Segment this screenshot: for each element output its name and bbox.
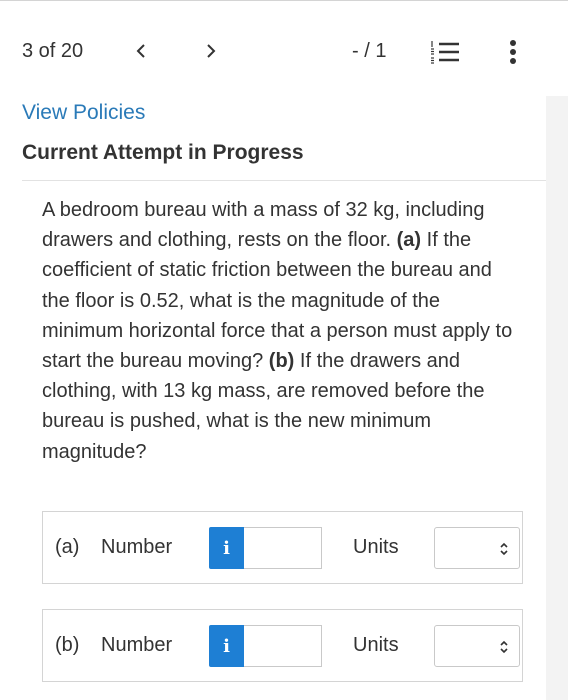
- part-label: (a): [55, 536, 80, 558]
- question-text: A bedroom bureau with a mass of 32 kg, i…: [42, 195, 522, 467]
- more-vertical-icon[interactable]: [503, 38, 523, 66]
- answer-row-a: (a) Number i Units: [42, 511, 523, 584]
- question-toolbar: 3 of 20 - / 1: [0, 2, 568, 96]
- info-icon: i: [223, 635, 230, 657]
- top-border: [0, 0, 568, 1]
- select-arrows-icon: [500, 640, 508, 654]
- number-input-b[interactable]: [244, 625, 322, 667]
- units-select-b[interactable]: [434, 625, 520, 667]
- info-icon: i: [223, 537, 230, 559]
- answer-row-b: (b) Number i Units: [42, 609, 523, 682]
- info-button[interactable]: i: [209, 527, 244, 569]
- select-arrows-icon: [500, 542, 508, 556]
- part-label: (b): [55, 634, 80, 656]
- number-input-a[interactable]: [244, 527, 322, 569]
- info-button[interactable]: i: [209, 625, 244, 667]
- units-label: Units: [353, 536, 399, 558]
- question-counter: 3 of 20: [22, 40, 84, 62]
- score-indicator: - / 1: [352, 40, 387, 62]
- chevron-left-icon[interactable]: [131, 38, 151, 64]
- units-label: Units: [353, 634, 399, 656]
- part-a-marker: (a): [396, 229, 422, 252]
- chevron-right-icon[interactable]: [201, 38, 221, 64]
- view-policies-link[interactable]: View Policies: [22, 101, 145, 125]
- numbered-list-icon[interactable]: [428, 38, 462, 66]
- number-label: Number: [101, 536, 173, 558]
- section-divider: [22, 180, 546, 181]
- number-label: Number: [101, 634, 173, 656]
- part-b-marker: (b): [268, 350, 295, 373]
- units-select-a[interactable]: [434, 527, 520, 569]
- section-title: Current Attempt in Progress: [22, 141, 304, 164]
